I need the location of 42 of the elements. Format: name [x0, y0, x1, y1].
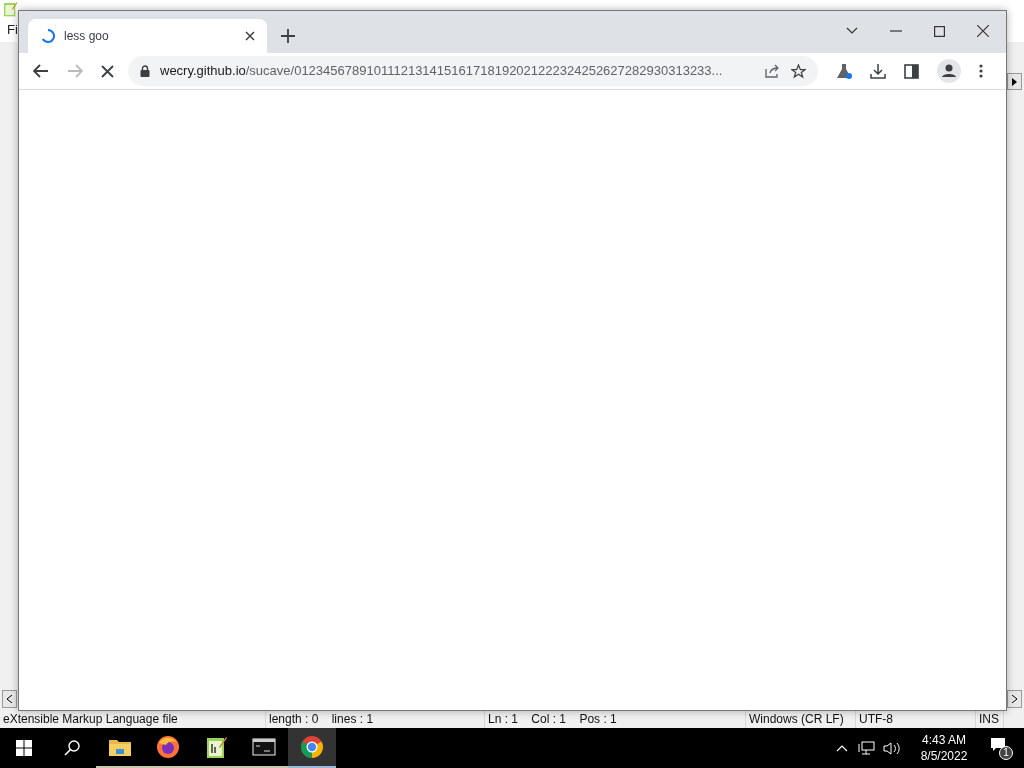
new-tab-icon[interactable]: [281, 29, 295, 43]
notification-button[interactable]: 1: [990, 737, 1010, 759]
firefox-icon: [156, 735, 180, 759]
menu-item[interactable]: Fi: [0, 20, 18, 40]
clock-date: 8/5/2022: [920, 748, 968, 764]
flask-icon[interactable]: [836, 63, 852, 79]
browser-tab[interactable]: less goo: [28, 19, 267, 53]
menu-icon[interactable]: [979, 64, 983, 78]
side-panel-icon[interactable]: [904, 63, 919, 79]
maximize-icon[interactable]: [934, 25, 945, 37]
network-icon[interactable]: [858, 740, 875, 756]
right-arrow-icon: [1012, 77, 1017, 86]
chevron-up-icon[interactable]: [836, 744, 848, 752]
message-icon: [990, 737, 1006, 752]
share-icon[interactable]: [765, 64, 781, 78]
profile-icon[interactable]: [937, 59, 961, 83]
volume-icon[interactable]: [883, 740, 900, 756]
close-icon[interactable]: [977, 25, 989, 37]
notepad-icon: [2, 1, 18, 17]
chrome-icon: [300, 735, 324, 759]
url-text: wecry.github.io/sucave/0123456789101112131415161718192021222324252627282930313233...: [160, 62, 724, 81]
scroll-arrow-button[interactable]: [1007, 73, 1022, 90]
back-arrow-icon[interactable]: [33, 64, 49, 78]
star-icon[interactable]: [791, 63, 806, 79]
clock-time: 4:43 AM: [922, 732, 966, 748]
stop-icon[interactable]: [101, 64, 114, 78]
clock[interactable]: 4:43 AM 8/5/2022: [916, 732, 972, 764]
notepad-icon: [204, 735, 228, 759]
folder-icon: [108, 737, 132, 757]
taskbar-app[interactable]: [288, 728, 336, 768]
tab-title: less goo: [64, 28, 110, 45]
chevron-down-icon[interactable]: [846, 27, 858, 35]
download-icon[interactable]: [870, 63, 886, 79]
scroll-arrow-button[interactable]: [1007, 690, 1022, 708]
search-icon[interactable]: [64, 740, 80, 756]
close-icon: [245, 31, 255, 41]
lock-icon: [140, 65, 150, 77]
notification-badge: 1: [999, 746, 1013, 760]
terminal-icon: [252, 737, 276, 757]
address-bar[interactable]: wecry.github.io/sucave/0123456789101112131415161718192021222324252627282930313233...: [128, 56, 818, 86]
windows-start-icon[interactable]: [16, 740, 32, 756]
scroll-arrow-button[interactable]: [2, 690, 17, 708]
